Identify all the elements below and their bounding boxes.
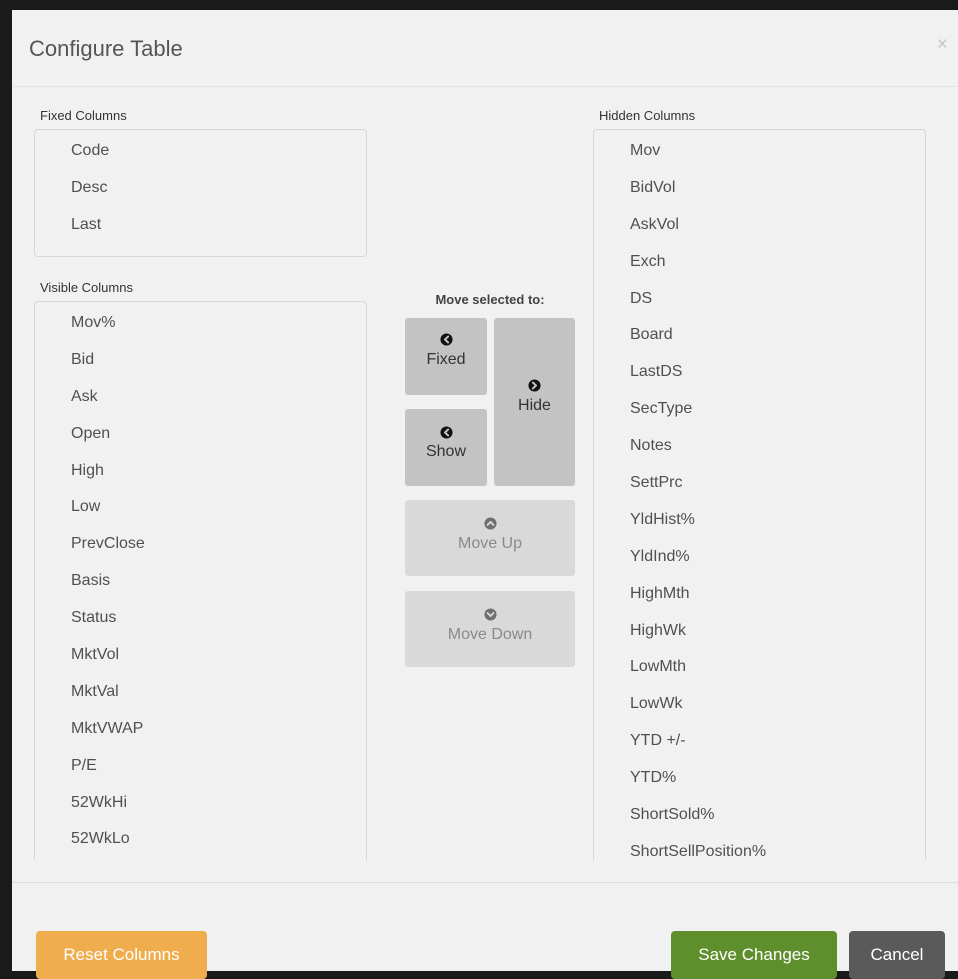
reset-columns-button[interactable]: Reset Columns xyxy=(36,931,207,979)
arrow-circle-left-icon xyxy=(439,333,453,346)
move-up-label: Move Up xyxy=(457,535,523,552)
hidden-column-item[interactable]: YTD% xyxy=(594,760,925,797)
move-selected-title: Move selected to: xyxy=(435,292,545,307)
fixed-columns-list[interactable]: Code Desc Last xyxy=(34,129,367,257)
hidden-column-item[interactable]: BidVol xyxy=(594,170,925,207)
move-to-show-button[interactable]: Show xyxy=(405,409,487,486)
visible-column-item[interactable]: Bid xyxy=(35,342,366,379)
dialog-header: Configure Table × xyxy=(12,10,958,87)
fixed-column-item[interactable]: Last xyxy=(35,207,366,244)
hidden-column-item[interactable]: LastDS xyxy=(594,354,925,391)
hide-button-label: Hide xyxy=(518,397,551,414)
hidden-column-item[interactable]: Exch xyxy=(594,244,925,281)
move-to-hide-button[interactable]: Hide xyxy=(494,318,575,486)
fixed-column-item[interactable]: Code xyxy=(35,133,366,170)
hidden-column-item[interactable]: AskVol xyxy=(594,207,925,244)
hidden-columns-list[interactable]: Mov BidVol AskVol Exch DS Board LastDS SecType N… xyxy=(593,129,926,860)
visible-column-item[interactable]: P/E xyxy=(35,748,366,785)
close-icon[interactable]: × xyxy=(937,35,948,54)
save-changes-button[interactable]: Save Changes xyxy=(671,931,837,979)
fixed-button-label: Fixed xyxy=(426,351,466,368)
visible-column-item[interactable]: 52WkLo xyxy=(35,821,366,858)
visible-column-item[interactable]: Ask xyxy=(35,379,366,416)
fixed-columns-label: Fixed Columns xyxy=(40,108,127,123)
cancel-button[interactable]: Cancel xyxy=(849,931,945,979)
fixed-column-item[interactable]: Desc xyxy=(35,170,366,207)
hidden-column-item[interactable]: YldInd% xyxy=(594,539,925,576)
visible-column-item[interactable]: MktVal xyxy=(35,674,366,711)
hidden-column-item[interactable]: YTD +/- xyxy=(594,723,925,760)
hidden-column-item[interactable]: LowWk xyxy=(594,686,925,723)
hidden-columns-label: Hidden Columns xyxy=(599,108,696,123)
hidden-column-item[interactable]: ShortSellPosition% xyxy=(594,834,925,860)
hidden-column-item[interactable]: Mov xyxy=(594,133,925,170)
move-up-button[interactable]: Move Up xyxy=(405,500,575,576)
visible-column-item[interactable]: PrevClose xyxy=(35,526,366,563)
hidden-column-item[interactable]: YldHist% xyxy=(594,502,925,539)
visible-column-item[interactable]: Mov% xyxy=(35,305,366,342)
visible-column-item[interactable]: Status xyxy=(35,600,366,637)
show-button-label: Show xyxy=(425,443,467,460)
configure-table-dialog: Configure Table × Fixed Columns Code Desc… xyxy=(12,10,958,979)
arrow-circle-right-icon xyxy=(528,379,541,392)
visible-column-item[interactable]: High xyxy=(35,453,366,490)
hidden-column-item[interactable]: Board xyxy=(594,317,925,354)
dialog-title: Configure Table xyxy=(29,36,183,61)
visible-column-item[interactable]: 52WkHi xyxy=(35,785,366,822)
hidden-column-item[interactable]: HighWk xyxy=(594,613,925,650)
hidden-column-item[interactable]: DS xyxy=(594,281,925,318)
hidden-column-item[interactable]: SettPrc xyxy=(594,465,925,502)
hidden-column-item[interactable]: Notes xyxy=(594,428,925,465)
visible-column-item[interactable]: Open xyxy=(35,416,366,453)
arrow-circle-down-icon xyxy=(483,608,497,621)
visible-column-item[interactable]: MktVWAP xyxy=(35,711,366,748)
arrow-circle-up-icon xyxy=(483,517,497,530)
visible-columns-label: Visible Columns xyxy=(40,280,133,295)
arrow-circle-left-icon xyxy=(439,426,453,439)
hidden-column-item[interactable]: LowMth xyxy=(594,649,925,686)
move-down-label: Move Down xyxy=(447,626,533,643)
hidden-column-item[interactable]: HighMth xyxy=(594,576,925,613)
move-to-fixed-button[interactable]: Fixed xyxy=(405,318,487,395)
visible-column-item[interactable]: Low xyxy=(35,489,366,526)
visible-column-item[interactable]: MktVol xyxy=(35,637,366,674)
visible-column-item[interactable]: Basis xyxy=(35,563,366,600)
move-down-button[interactable]: Move Down xyxy=(405,591,575,667)
hidden-column-item[interactable]: SecType xyxy=(594,391,925,428)
hidden-column-item[interactable]: ShortSold% xyxy=(594,797,925,834)
visible-columns-list[interactable]: Mov% Bid Ask Open High Low PrevClose Basis Statu… xyxy=(34,301,367,860)
